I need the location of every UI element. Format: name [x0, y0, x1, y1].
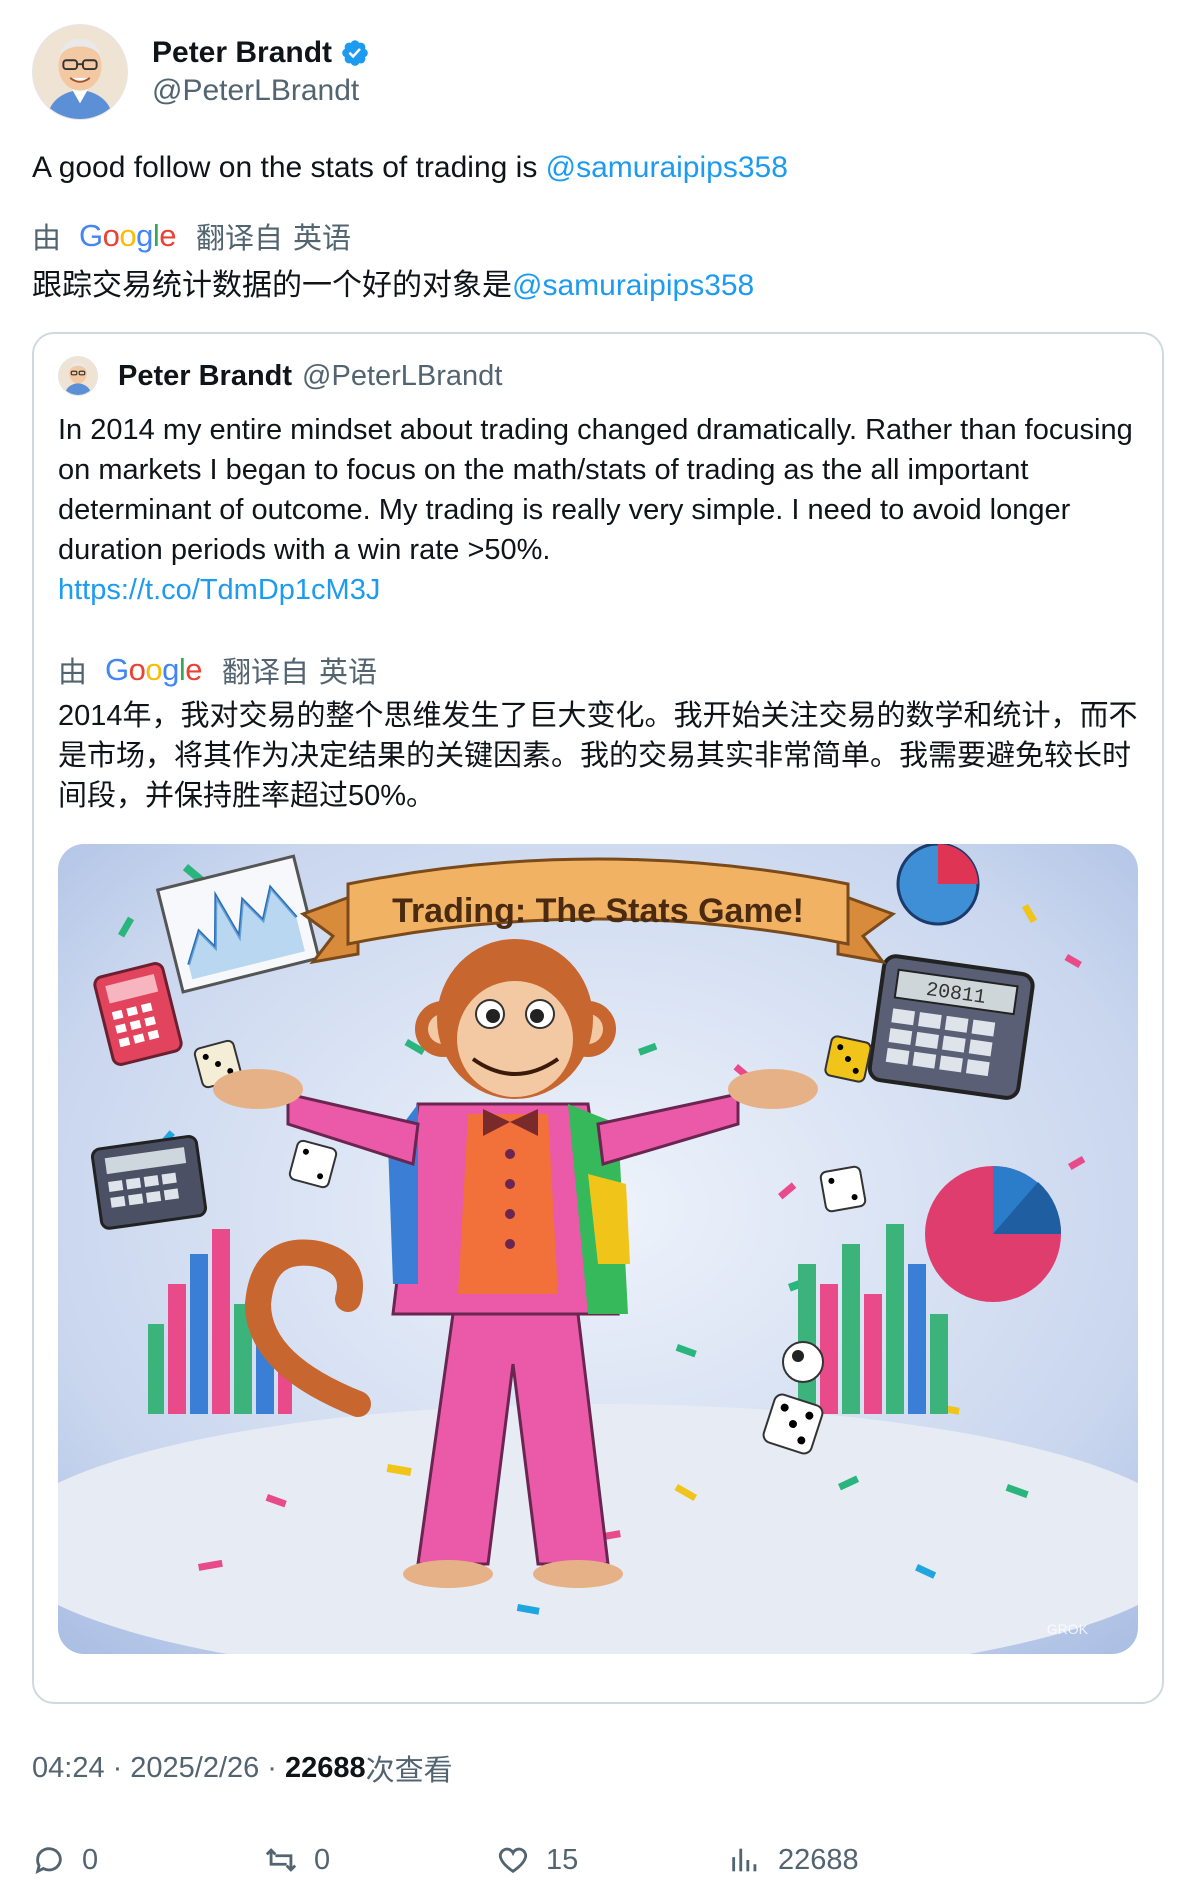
quoted-translated-by-label: 由	[58, 657, 88, 689]
heart-icon	[498, 1847, 528, 1874]
author-handle[interactable]: @PeterLBrandt	[152, 72, 370, 110]
quoted-author-avatar	[58, 356, 98, 396]
quoted-translated-from-label: 翻译自	[222, 657, 310, 689]
quoted-text-body: In 2014 my entire mindset about trading …	[58, 414, 1133, 566]
views-count: 22688	[778, 1843, 859, 1876]
repost-count: 0	[314, 1843, 331, 1876]
author-avatar[interactable]	[32, 24, 128, 120]
pie-chart	[925, 1166, 1062, 1302]
tweet-date[interactable]: 2025/2/26	[130, 1752, 259, 1785]
quoted-tweet-link[interactable]: https://t.co/TdmDp1cM3J	[58, 570, 1138, 610]
like-button[interactable]: 15	[496, 1843, 728, 1877]
large-calculator: 20811	[867, 954, 1035, 1100]
view-count-label: 次查看	[365, 1755, 453, 1787]
pie-sphere	[896, 844, 980, 926]
image-watermark: GROK	[1047, 1621, 1089, 1637]
views-button[interactable]: 22688	[728, 1843, 859, 1877]
tweet-detail: Peter Brandt @PeterLBrandt A good follow…	[32, 24, 1164, 1880]
quoted-translated-text: 2014年，我对交易的整个思维发生了巨大变化。我开始关注交易的数学和统计，而不是…	[58, 700, 1138, 812]
author-display-name[interactable]: Peter Brandt	[152, 34, 332, 72]
source-language-label: 英语	[293, 223, 352, 255]
translation-attribution: 由 Google 翻译自 英语	[32, 216, 1164, 256]
translated-mention-link[interactable]: @samuraipips358	[512, 269, 754, 302]
tweet-text-body: A good follow on the stats of trading is	[32, 151, 546, 184]
tweet-text: A good follow on the stats of trading is…	[32, 146, 1164, 190]
view-count: 22688	[284, 1751, 366, 1784]
tweet-actions: 0 0 15 22688	[32, 1840, 1164, 1880]
like-count: 15	[546, 1843, 579, 1876]
repost-icon	[265, 1848, 297, 1872]
tweet-header: Peter Brandt @PeterLBrandt	[32, 24, 1164, 120]
bar-chart-icon	[732, 1848, 757, 1872]
translated-by-label: 由	[32, 223, 62, 255]
quoted-source-language-label: 英语	[319, 657, 378, 689]
quoted-author-name: Peter Brandt	[118, 359, 293, 392]
reply-count: 0	[82, 1843, 99, 1876]
quoted-tweet-card[interactable]: Peter Brandt @PeterLBrandt In 2014 my en…	[32, 332, 1164, 1704]
google-logo-icon: Google	[79, 218, 177, 253]
name-row: Peter Brandt	[152, 34, 370, 72]
verified-badge-icon[interactable]	[340, 38, 370, 68]
tweet-meta: 04:24 · 2025/2/26 · 22688 次查看	[32, 1748, 1164, 1788]
google-logo-icon: Google	[105, 652, 203, 687]
translated-from-label: 翻译自	[196, 223, 284, 255]
translated-tweet-text: 跟踪交易统计数据的一个好的对象是@samuraipips358	[32, 264, 1164, 308]
quoted-author-handle: @PeterLBrandt	[302, 359, 503, 392]
quoted-translation-attribution: 由 Google 翻译自 英语	[58, 650, 1138, 690]
reply-icon	[35, 1847, 62, 1874]
repost-button[interactable]: 0	[264, 1843, 496, 1877]
quoted-tweet-image[interactable]: 20811 Trading: The Stats Game! GROK	[58, 844, 1138, 1654]
author-names: Peter Brandt @PeterLBrandt	[152, 34, 370, 110]
translated-text-body: 跟踪交易统计数据的一个好的对象是	[32, 269, 512, 302]
reply-button[interactable]: 0	[32, 1843, 264, 1877]
tweet-time[interactable]: 04:24	[32, 1752, 105, 1785]
quoted-tweet-text: In 2014 my entire mindset about trading …	[58, 410, 1138, 610]
meta-separator: ·	[112, 1751, 123, 1784]
tweet-mention-link[interactable]: @samuraipips358	[546, 151, 788, 184]
meta-separator: ·	[267, 1751, 277, 1784]
gray-calculator	[90, 1134, 208, 1230]
banner-text: Trading: The Stats Game!	[392, 892, 804, 930]
quoted-tweet-header: Peter Brandt @PeterLBrandt	[58, 356, 1138, 396]
